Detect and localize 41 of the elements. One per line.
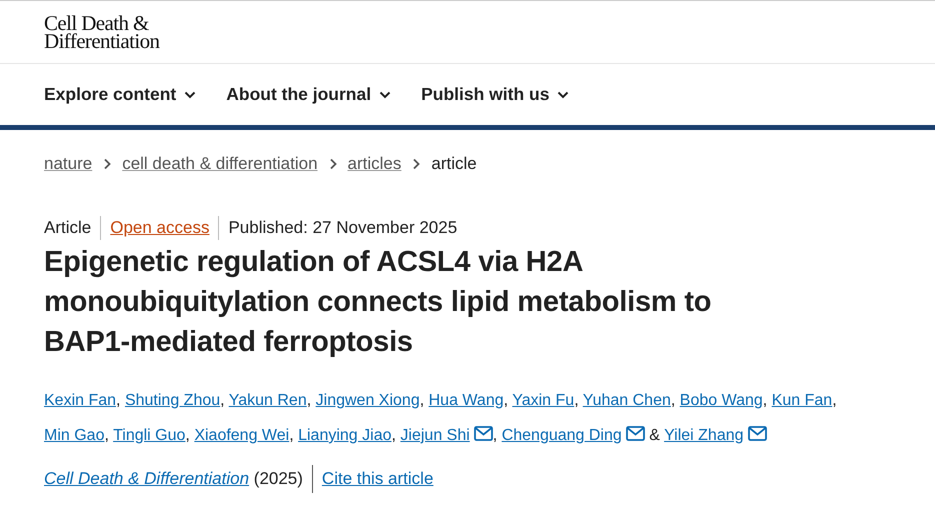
- article-title: Epigenetic regulation of ACSL4 via H2A monoubiquitylation connects lipid metabolism to BAP1-mediated ferroptosis: [44, 245, 712, 360]
- chevron-down-icon: [557, 90, 570, 98]
- article-type: Article: [44, 217, 92, 239]
- envelope-icon[interactable]: [626, 426, 645, 441]
- author-link[interactable]: Yilei Zhang: [664, 427, 744, 444]
- breadcrumb-link[interactable]: nature: [44, 154, 92, 174]
- breadcrumb-current: article: [431, 154, 477, 174]
- journal-logo[interactable]: Cell Death & Differentiation: [44, 14, 160, 50]
- nav-menu-item[interactable]: Explore content: [44, 84, 196, 105]
- author-link[interactable]: Xiaofeng Wei: [194, 427, 290, 444]
- author-list: Kexin Fan, Shuting Zhou, Yakun Ren, Jingwen Xiong, Hua Wang, Yaxin Fu, Yuhan Chen, Bobo Wang, Kun Fan, Min Gao, Tingli Guo, Xiaofeng Wei, Lianying Jiao, Jiejun Shi , Chenguang Ding & Yilei Zhang: [44, 383, 884, 453]
- cite-link[interactable]: Cite this article: [322, 469, 434, 489]
- nav-menu-item[interactable]: About the journal: [226, 84, 392, 105]
- author-link[interactable]: Kexin Fan: [44, 392, 116, 409]
- author-link[interactable]: Yakun Ren: [228, 392, 307, 409]
- chevron-right-icon: [328, 158, 337, 170]
- author-link[interactable]: Tingli Guo: [113, 427, 186, 444]
- author-link[interactable]: Jingwen Xiong: [316, 392, 420, 409]
- journal-link[interactable]: Cell Death & Differentiation: [44, 469, 250, 489]
- author-link[interactable]: Kun Fan: [772, 392, 832, 409]
- author-link[interactable]: Shuting Zhou: [124, 392, 220, 409]
- publication-year: (2025): [254, 469, 303, 489]
- open-access-link[interactable]: Open access: [110, 218, 210, 237]
- author-link[interactable]: Lianying Jiao: [298, 427, 392, 444]
- breadcrumb-link[interactable]: cell death & differentiation: [122, 154, 318, 174]
- author-link[interactable]: Bobo Wang: [680, 392, 763, 409]
- author-link[interactable]: Hua Wang: [428, 392, 504, 409]
- author-link[interactable]: Jiejun Shi: [400, 427, 470, 444]
- author-link[interactable]: Chenguang Ding: [502, 427, 622, 444]
- envelope-icon[interactable]: [474, 426, 493, 441]
- chevron-down-icon: [184, 90, 196, 98]
- breadcrumb-link[interactable]: articles: [348, 154, 402, 174]
- chevron-right-icon: [412, 158, 420, 170]
- nav-menu-item[interactable]: Publish with us: [421, 84, 570, 105]
- author-link[interactable]: Yuhan Chen: [582, 392, 671, 409]
- author-link[interactable]: Min Gao: [44, 427, 104, 444]
- author-link[interactable]: Yaxin Fu: [512, 392, 574, 409]
- chevron-down-icon: [379, 90, 392, 98]
- published-date: Published: 27 November 2025: [218, 216, 466, 240]
- chevron-right-icon: [103, 158, 112, 170]
- envelope-icon[interactable]: [748, 426, 767, 441]
